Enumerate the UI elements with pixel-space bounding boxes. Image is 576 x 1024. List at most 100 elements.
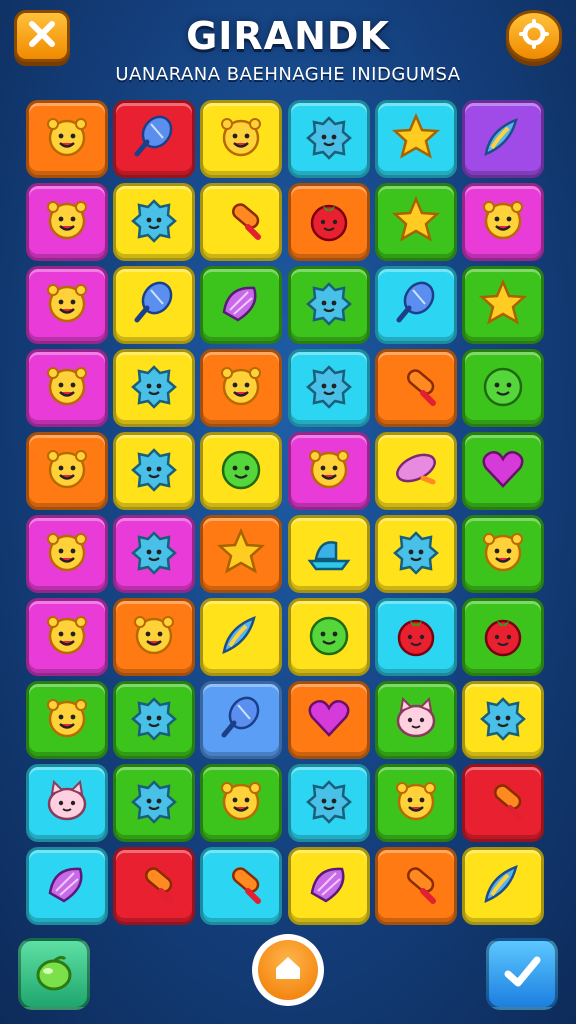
board-tile[interactable] (200, 183, 283, 261)
board-tile[interactable] (113, 764, 196, 842)
board-tile[interactable] (374, 598, 457, 676)
board-tile[interactable] (200, 432, 283, 510)
board-tile[interactable] (287, 681, 370, 759)
board-tile[interactable] (287, 764, 370, 842)
feather-icon (214, 691, 268, 749)
tomato-icon (389, 608, 443, 666)
sun-icon (214, 774, 268, 832)
game-title: GIRANDK (186, 14, 390, 58)
board-tile[interactable] (26, 183, 108, 261)
board-tile[interactable] (200, 847, 283, 925)
board-tile[interactable] (113, 349, 196, 427)
board-tile[interactable] (461, 847, 544, 925)
board-tile[interactable] (374, 515, 457, 593)
candy-icon (389, 857, 443, 915)
sun-icon (214, 110, 268, 168)
board-tile[interactable] (287, 598, 370, 676)
board-tile[interactable] (113, 598, 196, 676)
game-board (26, 100, 554, 926)
board-tile[interactable] (200, 349, 283, 427)
board-tile[interactable] (26, 100, 108, 178)
board-tile[interactable] (113, 847, 196, 925)
board-tile[interactable] (374, 183, 457, 261)
board-tile[interactable] (200, 266, 283, 344)
ball-icon (476, 359, 530, 417)
blob-icon (302, 276, 356, 334)
board-tile[interactable] (26, 432, 108, 510)
board-tile[interactable] (374, 100, 457, 178)
board-tile[interactable] (113, 515, 196, 593)
board-tile[interactable] (374, 266, 457, 344)
feather-icon (127, 276, 181, 334)
board-tile[interactable] (113, 100, 196, 178)
feather-icon (389, 276, 443, 334)
board-tile[interactable] (461, 100, 544, 178)
blob-icon (302, 110, 356, 168)
board-tile[interactable] (287, 100, 370, 178)
shell-icon (214, 276, 268, 334)
board-tile[interactable] (461, 349, 544, 427)
cat-icon (40, 774, 94, 832)
board-tile[interactable] (461, 515, 544, 593)
home-button[interactable] (252, 934, 324, 1006)
board-tile[interactable] (287, 266, 370, 344)
board-tile[interactable] (374, 349, 457, 427)
star-icon (389, 110, 443, 168)
board-tile[interactable] (461, 681, 544, 759)
blob-icon (127, 359, 181, 417)
board-tile[interactable] (113, 681, 196, 759)
sun-icon (40, 691, 94, 749)
board-tile[interactable] (26, 847, 108, 925)
board-tile[interactable] (26, 681, 108, 759)
board-tile[interactable] (26, 266, 108, 344)
board-tile[interactable] (26, 515, 108, 593)
board-tile[interactable] (113, 432, 196, 510)
board-tile[interactable] (461, 764, 544, 842)
home-button-face (258, 940, 318, 1000)
booster-button[interactable] (18, 938, 90, 1010)
sun-icon (40, 608, 94, 666)
pill-icon (389, 442, 443, 500)
board-tile[interactable] (461, 266, 544, 344)
board-tile[interactable] (287, 847, 370, 925)
sun-icon (40, 276, 94, 334)
board-tile[interactable] (287, 349, 370, 427)
green-gem-icon (31, 949, 77, 999)
board-tile[interactable] (113, 183, 196, 261)
candy-icon (127, 857, 181, 915)
board-tile[interactable] (374, 847, 457, 925)
board-tile[interactable] (374, 681, 457, 759)
board-tile[interactable] (200, 515, 283, 593)
blob-icon (127, 442, 181, 500)
board-tile[interactable] (200, 598, 283, 676)
home-icon (272, 952, 304, 988)
board-tile[interactable] (461, 598, 544, 676)
shell-icon (302, 857, 356, 915)
board-tile[interactable] (287, 432, 370, 510)
blob-icon (302, 359, 356, 417)
board-tile[interactable] (287, 515, 370, 593)
candy-icon (214, 857, 268, 915)
blob-icon (389, 525, 443, 583)
board-tile[interactable] (200, 681, 283, 759)
board-tile[interactable] (374, 432, 457, 510)
heart-icon (476, 442, 530, 500)
blob-icon (127, 525, 181, 583)
board-tile[interactable] (200, 100, 283, 178)
board-tile[interactable] (26, 764, 108, 842)
boat-icon (302, 525, 356, 583)
board-tile[interactable] (374, 764, 457, 842)
board-tile[interactable] (26, 598, 108, 676)
board-tile[interactable] (287, 183, 370, 261)
board-tile[interactable] (461, 183, 544, 261)
settings-button[interactable] (506, 10, 562, 62)
sun-icon (127, 608, 181, 666)
board-tile[interactable] (200, 764, 283, 842)
board-tile[interactable] (26, 349, 108, 427)
confirm-button[interactable] (486, 938, 558, 1010)
rocket-icon (214, 608, 268, 666)
cat-icon (389, 691, 443, 749)
board-tile[interactable] (461, 432, 544, 510)
board-tile[interactable] (113, 266, 196, 344)
tomato-icon (302, 193, 356, 251)
